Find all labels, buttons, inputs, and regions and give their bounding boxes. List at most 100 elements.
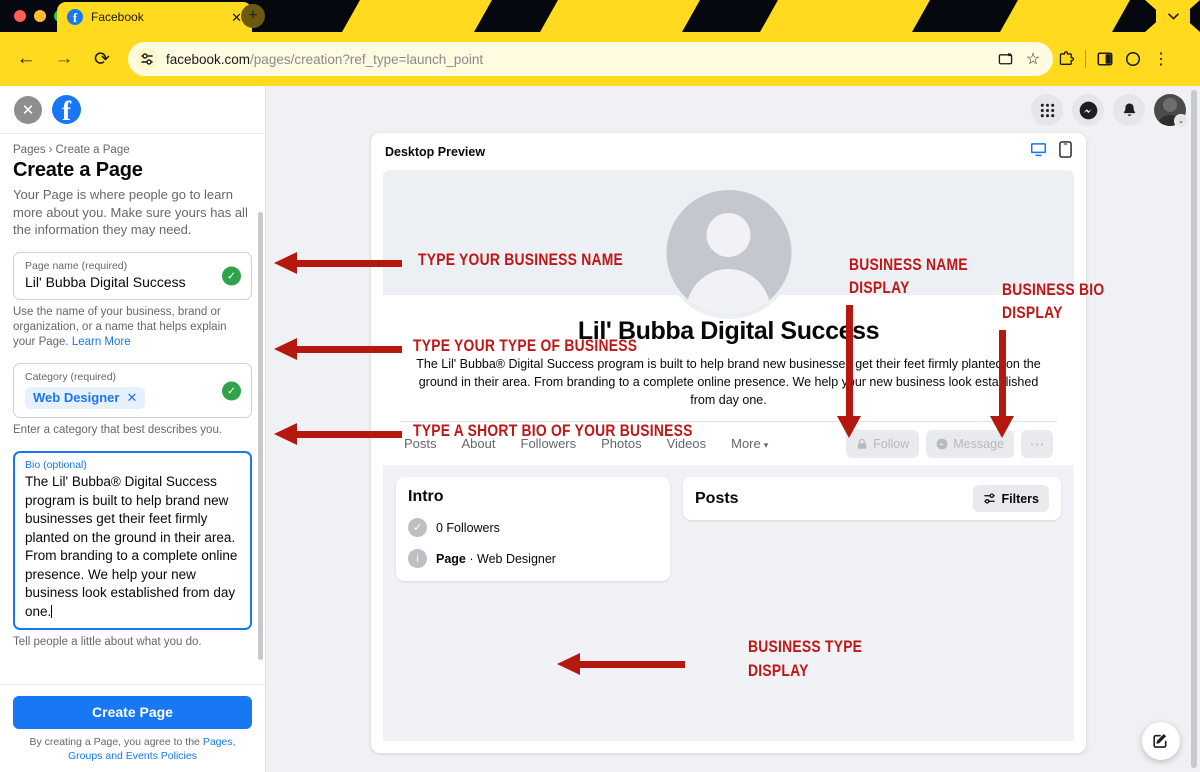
account-button[interactable]: ⌄ [1154, 94, 1188, 128]
category-chip[interactable]: Web Designer ✕ [25, 386, 146, 409]
category-label: Category (required) [25, 371, 117, 384]
terms-text: By creating a Page, you agree to the Pag… [13, 735, 252, 763]
tab-more[interactable]: More ▾ [731, 436, 768, 451]
sidebar-scrollbar[interactable] [258, 212, 263, 660]
valid-check-icon: ✓ [222, 381, 241, 401]
cast-icon[interactable] [995, 49, 1015, 69]
side-panel-icon[interactable] [1092, 46, 1118, 72]
tab-title: Facebook [91, 10, 144, 24]
url-domain: facebook.com [166, 51, 251, 67]
remove-category-icon[interactable]: ✕ [126, 390, 137, 406]
text-caret [51, 604, 53, 618]
tab-followers[interactable]: Followers [521, 436, 577, 451]
posts-card: Posts Filters [683, 477, 1061, 521]
url-text: facebook.com/pages/creation?ref_type=lau… [166, 52, 987, 67]
info-icon: i [408, 549, 427, 569]
main-content: ⌄ Desktop Preview Lil' Bubba Digital Suc… [266, 86, 1200, 772]
back-button[interactable]: ← [12, 45, 40, 73]
messenger-icon [936, 438, 948, 450]
filters-button[interactable]: Filters [973, 485, 1049, 513]
valid-check-icon: ✓ [222, 266, 241, 286]
breadcrumb-separator: › [48, 144, 53, 156]
followers-count: 0 Followers [436, 520, 500, 535]
notifications-button[interactable] [1113, 94, 1145, 126]
page-description: Your Page is where people go to learn mo… [13, 187, 248, 238]
profile-zone: Lil' Bubba Digital Success The Lil' Bubb… [383, 186, 1074, 466]
page-name-helper: Use the name of your business, brand or … [13, 305, 252, 350]
reload-button[interactable]: ⟳ [88, 45, 116, 73]
follow-label: Follow [873, 436, 910, 451]
page-name-field[interactable]: Page name (required) Lil' Bubba Digital … [13, 251, 252, 301]
forward-button[interactable]: → [50, 45, 78, 73]
main-scrollbar[interactable] [1191, 90, 1197, 768]
facebook-icon: f [67, 9, 83, 25]
annotation-arrow-business-name-display [837, 305, 861, 438]
category-helper: Enter a category that best describes you… [13, 423, 223, 436]
compose-fab-button[interactable] [1142, 722, 1180, 760]
site-settings-icon[interactable] [136, 48, 158, 70]
messenger-button[interactable] [1072, 94, 1104, 126]
tune-icon [141, 53, 153, 65]
monitor-icon[interactable] [1030, 141, 1047, 163]
close-icon[interactable]: ✕ [14, 95, 42, 124]
bio-textarea[interactable]: The Lil' Bubba® Digital Success program … [25, 473, 240, 621]
create-page-sidebar: ✕ f Pages › Create a Page Create a Page Yo… [0, 86, 266, 772]
browser-menu-icon[interactable]: ⋮ [1148, 46, 1174, 72]
minimize-window-button[interactable] [34, 10, 46, 22]
menu-grid-button[interactable] [1031, 94, 1063, 126]
learn-more-link[interactable]: Learn More [72, 336, 131, 348]
phone-icon[interactable] [1059, 140, 1072, 163]
tab-photos[interactable]: Photos [601, 436, 641, 451]
extensions-icon[interactable] [1053, 46, 1079, 72]
sliders-icon [984, 493, 996, 504]
followers-icon: ✓ [408, 518, 427, 538]
followers-row: ✓ 0 Followers [408, 518, 658, 538]
bell-icon [1123, 103, 1135, 116]
chevron-down-icon: ⌄ [1174, 114, 1188, 128]
puzzle-glyph [1059, 50, 1074, 65]
bio-field[interactable]: Bio (optional) The Lil' Bubba® Digital S… [13, 450, 252, 631]
page-type-text: Page · Web Designer [436, 552, 556, 566]
window-controls-chevron[interactable] [1156, 4, 1190, 28]
create-page-button[interactable]: Create Page [13, 695, 252, 729]
page-nav-tabs: Posts About Followers Photos Videos More… [400, 421, 1057, 466]
annotation-arrow-business-name [274, 251, 402, 274]
tab-strip: f Facebook ✕ + [0, 0, 1200, 32]
tab-about[interactable]: About [462, 436, 496, 451]
page-type-category: · Web Designer [465, 551, 556, 566]
category-chip-label: Web Designer [33, 390, 120, 406]
sidebar-header: ✕ f [0, 86, 265, 134]
tab-posts[interactable]: Posts [404, 436, 437, 451]
phone-glyph [1059, 140, 1072, 158]
page-type-label: Page [436, 551, 466, 566]
page-name-label: Page name (required) [25, 259, 128, 272]
annotation-arrow-type-of-business [274, 337, 402, 360]
profile-glyph [1125, 51, 1141, 67]
toolbar-right-group: ⋮ [1053, 46, 1182, 72]
page-name-input[interactable]: Lil' Bubba Digital Success [25, 273, 240, 291]
profile-icon[interactable] [1120, 46, 1146, 72]
follow-icon [857, 438, 867, 449]
facebook-logo-icon[interactable]: f [52, 95, 81, 124]
profile-picture[interactable] [662, 186, 795, 319]
bio-value: The Lil' Bubba® Digital Success program … [25, 474, 238, 619]
category-field[interactable]: Category (required) Web Designer ✕ ✓ [13, 363, 252, 418]
grid-icon [1040, 103, 1054, 117]
desktop-preview-card: Desktop Preview Lil' Bubba Digital Succe… [371, 133, 1086, 753]
tab-videos[interactable]: Videos [667, 436, 707, 451]
breadcrumb-root[interactable]: Pages [13, 144, 46, 156]
bookmark-icon[interactable]: ☆ [1023, 49, 1043, 69]
chevron-down-icon: ▾ [763, 440, 769, 451]
page-preview: Lil' Bubba Digital Success The Lil' Bubb… [383, 170, 1074, 741]
page-title: Create a Page [13, 159, 143, 181]
new-tab-button[interactable]: + [241, 4, 265, 28]
more-actions-button[interactable]: ⋯ [1021, 429, 1053, 458]
url-path: /pages/creation?ref_type=launch_point [250, 51, 484, 67]
filters-label: Filters [1001, 491, 1039, 506]
close-window-button[interactable] [14, 10, 26, 22]
address-bar[interactable]: facebook.com/pages/creation?ref_type=lau… [128, 42, 1053, 76]
preview-device-toggle [1030, 140, 1072, 163]
compose-icon [1153, 734, 1167, 748]
browser-chrome: f Facebook ✕ + ← → ⟳ facebook.com/pages/… [0, 0, 1200, 86]
browser-tab[interactable]: f Facebook ✕ [57, 2, 252, 32]
